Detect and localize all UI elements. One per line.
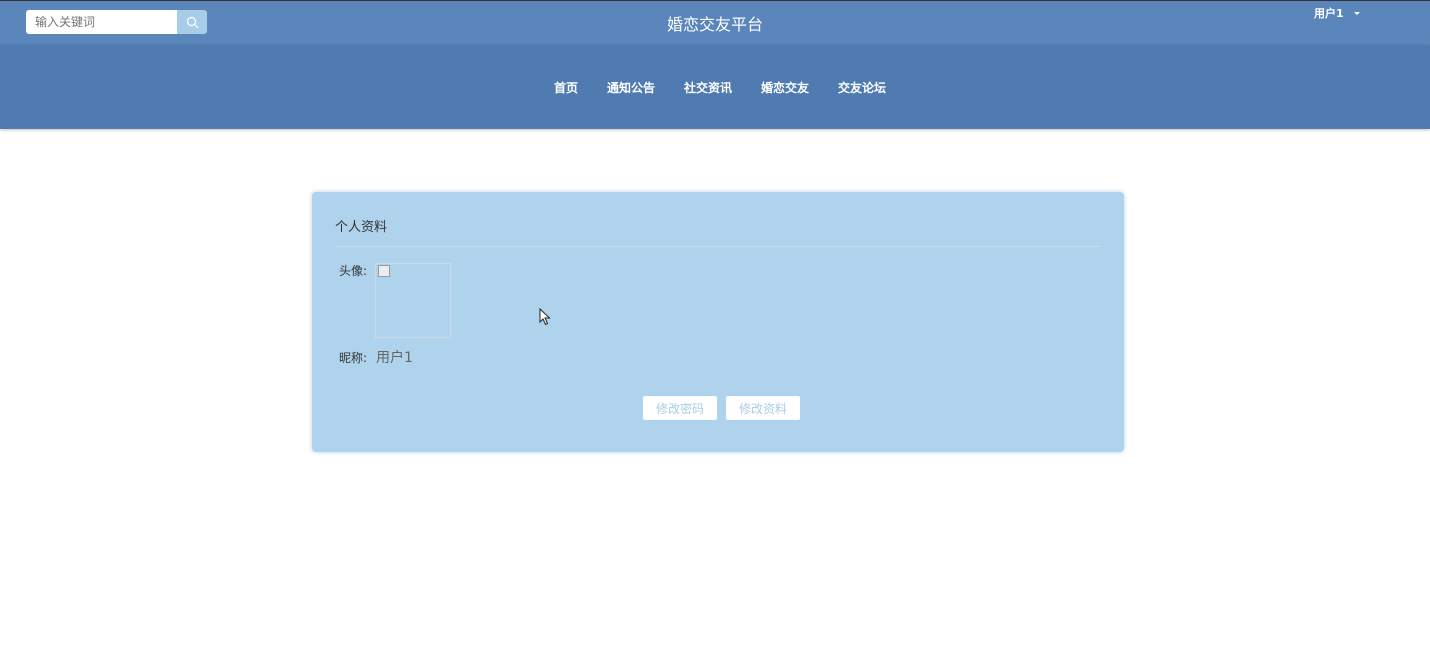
search-bar [26, 10, 207, 34]
nav-item-forum[interactable]: 交友论坛 [838, 79, 886, 96]
divider [335, 246, 1101, 247]
change-password-button[interactable]: 修改密码 [643, 396, 717, 420]
user-name: 用户1 [1314, 7, 1344, 20]
avatar[interactable] [375, 263, 451, 338]
caret-down-icon [1353, 11, 1360, 15]
nav-item-social-news[interactable]: 社交资讯 [684, 79, 732, 96]
search-icon [186, 16, 198, 28]
search-button[interactable] [177, 10, 207, 34]
mouse-pointer-icon [539, 308, 551, 326]
nav-item-dating[interactable]: 婚恋交友 [761, 79, 809, 96]
nickname-value: 用户1 [376, 350, 413, 366]
search-input[interactable] [26, 10, 177, 34]
nav-list: 首页 通知公告 社交资讯 婚恋交友 交友论坛 [554, 79, 886, 96]
nav-item-home[interactable]: 首页 [554, 79, 578, 96]
profile-card: 个人资料 头像: 昵称: 用户1 修改密码 修改资料 [312, 192, 1124, 452]
nav-item-notices[interactable]: 通知公告 [607, 79, 655, 96]
avatar-label: 头像: [339, 264, 368, 278]
site-title: 婚恋交友平台 [666, 15, 763, 34]
profile-title: 个人资料 [335, 220, 388, 235]
broken-image-icon [378, 265, 390, 277]
top-bar: 婚恋交友平台 用户1 [0, 0, 1430, 45]
main-nav: 首页 通知公告 社交资讯 婚恋交友 交友论坛 [0, 45, 1430, 129]
edit-profile-button[interactable]: 修改资料 [726, 396, 800, 420]
user-menu[interactable]: 用户1 [1314, 5, 1360, 21]
nickname-label: 昵称: [339, 351, 368, 365]
